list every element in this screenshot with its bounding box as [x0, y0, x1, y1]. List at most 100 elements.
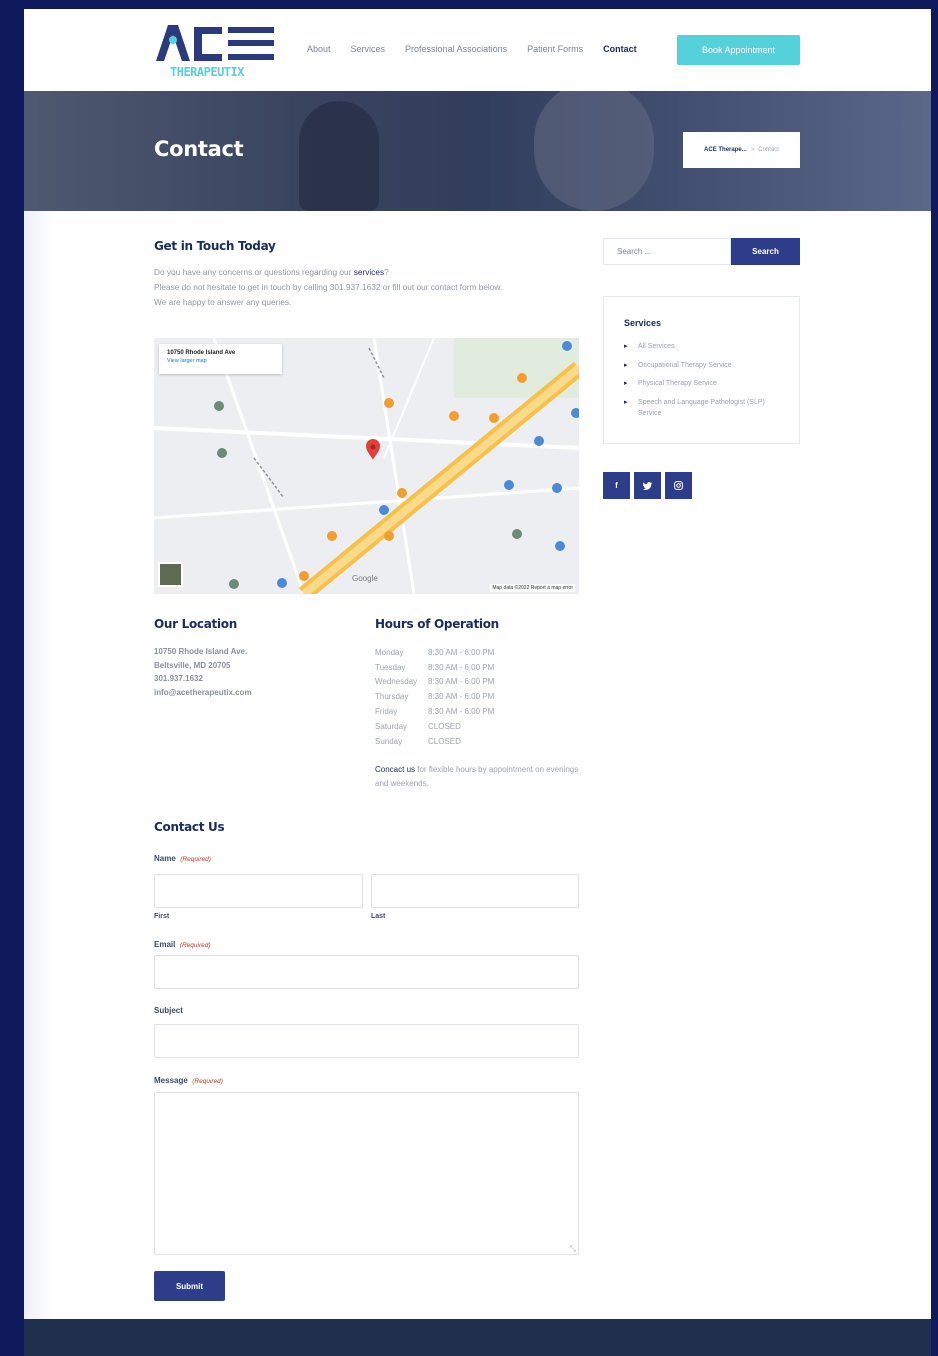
services-link[interactable]: services — [354, 267, 384, 277]
message-textarea[interactable]: ⤡ — [154, 1092, 579, 1255]
address-block: 10750 Rhode Island Ave. Beltsville, MD 2… — [154, 645, 354, 699]
location-heading: Our Location — [154, 617, 237, 631]
site-header: THERAPEUTIX About Services Professional … — [24, 9, 931, 91]
service-link-speech[interactable]: Speech and Language Pathologist (SLP) Se… — [624, 397, 789, 419]
hours-row: Monday 8:30 AM - 6:00 PM — [375, 645, 494, 660]
hours-time: 8:30 AM - 6:00 PM — [428, 647, 495, 657]
email-field-label: Email (Required) — [154, 934, 579, 952]
hours-time: CLOSED — [428, 721, 461, 731]
last-name-sublabel: Last — [371, 913, 386, 920]
hours-day: Monday — [375, 647, 404, 657]
services-list: All Services Occupational Therapy Servic… — [624, 341, 789, 426]
google-map[interactable]: 10750 Rhode Island Ave View larger map G… — [154, 338, 579, 594]
social-links: f — [603, 472, 696, 499]
hours-day: Tuesday — [375, 662, 406, 672]
message-field-label: Message (Required) — [154, 1070, 579, 1088]
email-label: Email — [154, 940, 176, 949]
contact-us-link[interactable]: Concact us — [375, 765, 415, 774]
breadcrumb: ACE Therape... > Contact — [683, 132, 800, 168]
hours-row: Sunday CLOSED — [375, 734, 494, 749]
hours-day: Friday — [375, 707, 398, 717]
first-name-group: First — [154, 874, 363, 920]
address-street: 10750 Rhode Island Ave. — [154, 647, 248, 656]
breadcrumb-separator: > — [750, 147, 755, 153]
instagram-icon[interactable] — [665, 472, 692, 499]
hours-day: Sunday — [375, 736, 403, 746]
page-hero: Contact ACE Therape... > Contact — [24, 91, 931, 211]
hours-day: Saturday — [375, 721, 408, 731]
hours-row: Saturday CLOSED — [375, 719, 494, 734]
hours-time: CLOSED — [428, 736, 461, 746]
facebook-icon[interactable]: f — [603, 472, 630, 499]
view-larger-map-link[interactable]: View larger map — [167, 358, 274, 364]
nav-patient-forms[interactable]: Patient Forms — [527, 44, 583, 54]
name-label: Name — [154, 854, 176, 863]
page-title: Contact — [154, 137, 244, 161]
hours-time: 8:30 AM - 6:00 PM — [428, 707, 495, 717]
hours-row: Friday 8:30 AM - 6:00 PM — [375, 704, 494, 719]
first-name-input[interactable] — [154, 874, 363, 908]
intro-line2: Please do not hesitate to get in touch b… — [154, 282, 503, 292]
page: THERAPEUTIX About Services Professional … — [24, 9, 931, 1356]
search-button[interactable]: Search — [731, 238, 800, 265]
required-marker: (Required) — [179, 942, 211, 949]
nav-contact[interactable]: Contact — [603, 44, 637, 54]
hours-table: Monday 8:30 AM - 6:00 PM Tuesday 8:30 AM -… — [375, 645, 494, 749]
phone-number[interactable]: 301.937.1632 — [154, 672, 354, 686]
map-place-card: 10750 Rhode Island Ave View larger map — [159, 344, 282, 374]
intro-line1-post: ? — [384, 267, 389, 277]
book-appointment-button[interactable]: Book Appointment — [677, 35, 800, 65]
hours-row: Thursday 8:30 AM - 6:00 PM — [375, 689, 494, 704]
map-canvas — [154, 338, 579, 594]
hours-note: Concact us for flexible hours by appoint… — [375, 763, 585, 791]
svg-text:THERAPEUTIX: THERAPEUTIX — [170, 65, 245, 78]
nav-about[interactable]: About — [307, 44, 331, 54]
required-marker: (Required) — [192, 1078, 223, 1085]
hours-time: 8:30 AM - 6:00 PM — [428, 662, 495, 672]
hours-time: 8:30 AM - 6:00 PM — [428, 677, 495, 687]
subject-field-label: Subject — [154, 1000, 579, 1018]
submit-button[interactable]: Submit — [154, 1271, 225, 1301]
last-name-group: Last — [371, 874, 579, 920]
services-widget: Services All Services Occupational Thera… — [603, 296, 800, 444]
location-section: Our Location 10750 Rhode Island Ave. Bel… — [154, 617, 354, 699]
site-footer — [24, 1319, 931, 1356]
subject-input[interactable] — [154, 1024, 579, 1058]
intro-line1-pre: Do you have any concerns or questions re… — [154, 267, 354, 277]
last-name-input[interactable] — [371, 874, 579, 908]
breadcrumb-current: Contact — [758, 147, 779, 153]
search-input[interactable]: Search ... — [603, 238, 731, 265]
email-input[interactable] — [154, 955, 579, 989]
address-city: Beltsville, MD 20705 — [154, 660, 231, 670]
service-link-occupational[interactable]: Occupational Therapy Service — [624, 360, 789, 371]
first-name-sublabel: First — [154, 913, 170, 920]
service-link-physical[interactable]: Physical Therapy Service — [624, 378, 789, 389]
breadcrumb-home-link[interactable]: ACE Therape... — [704, 147, 747, 153]
intro-line3: We are happy to answer any queries. — [154, 297, 292, 307]
google-logo: Google — [352, 574, 378, 583]
required-marker: (Required) — [180, 856, 211, 863]
site-logo[interactable]: THERAPEUTIX — [154, 23, 276, 78]
form-heading: Contact Us — [154, 820, 225, 834]
hours-day: Thursday — [375, 692, 409, 702]
intro-heading: Get in Touch Today — [154, 239, 276, 253]
nav-services[interactable]: Services — [351, 44, 386, 54]
main-nav: About Services Professional Associations… — [307, 44, 657, 54]
resize-handle-icon[interactable]: ⤡ — [570, 1244, 576, 1254]
hours-row: Wednesday 8:30 AM - 6:00 PM — [375, 675, 494, 690]
map-place-title: 10750 Rhode Island Ave — [167, 350, 236, 356]
email-address[interactable]: info@acetherapeutix.com — [154, 686, 354, 700]
contact-form: Contact Us Name (Required) First Last Em… — [154, 820, 579, 1301]
hours-time: 8:30 AM - 6:00 PM — [428, 692, 495, 702]
service-link-all[interactable]: All Services — [624, 341, 789, 352]
nav-professional-associations[interactable]: Professional Associations — [405, 44, 507, 54]
services-widget-heading: Services — [624, 318, 662, 328]
message-label: Message — [154, 1076, 188, 1085]
hours-day: Wednesday — [375, 677, 418, 687]
intro-text: Do you have any concerns or questions re… — [154, 265, 579, 310]
twitter-icon[interactable] — [634, 472, 661, 499]
submit-wrapper: Submit — [154, 1271, 579, 1301]
map-attribution[interactable]: Map data ©2022 Report a map error — [490, 584, 575, 592]
intro-section: Get in Touch Today Do you have any conce… — [154, 239, 579, 310]
name-fields: First Last — [154, 874, 579, 920]
